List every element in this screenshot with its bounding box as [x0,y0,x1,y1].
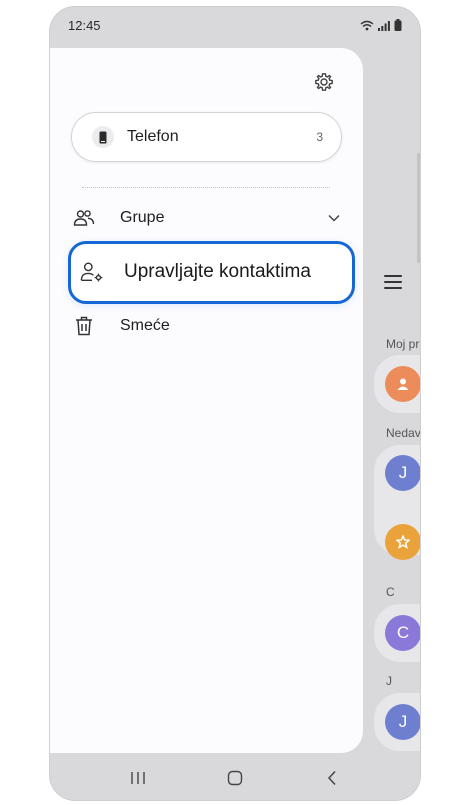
recent-apps-button[interactable] [118,763,158,793]
avatar [385,524,420,560]
home-icon [227,770,243,786]
back-button[interactable] [312,763,352,793]
avatar [385,366,420,402]
person-icon [397,378,409,390]
section-label: Moj pr [386,337,420,351]
signal-icon [378,20,390,31]
status-icons [360,19,402,31]
avatar: J [385,704,420,740]
status-bar: 12:45 [50,7,420,43]
recent-apps-icon [131,772,146,784]
menu-item-label: Upravljajte kontaktima [124,261,311,282]
back-icon [327,770,336,786]
navigation-bar [50,756,420,800]
wifi-icon [360,20,374,30]
account-count: 3 [316,130,323,144]
home-button[interactable] [215,763,255,793]
account-phone-selector[interactable]: Telefon 3 [71,112,342,162]
menu-item-groups[interactable]: Grupe [72,206,344,230]
menu-item-trash[interactable]: Smeće [72,314,170,338]
phone-frame: 12:45 Moj pr Nedav J C C J J Telefon 3 G… [49,6,421,801]
chevron-down-icon[interactable] [324,208,344,228]
manage-contacts-icon [80,260,104,284]
groups-icon [72,206,96,230]
avatar: C [385,615,420,651]
trash-icon [72,314,96,338]
account-label: Telefon [127,128,179,145]
gear-icon [315,73,333,91]
menu-item-label: Smeće [120,317,170,334]
settings-button[interactable] [312,70,336,94]
section-label: Nedav [386,426,421,440]
section-label: C [386,585,395,599]
status-time: 12:45 [68,17,101,33]
star-icon [396,535,410,549]
battery-icon [394,19,402,31]
menu-item-manage-contacts[interactable]: Upravljajte kontaktima [80,260,311,284]
background-contacts-list: Moj pr Nedav J C C J J [362,43,421,763]
scrollbar[interactable] [417,153,420,263]
navigation-drawer: Telefon 3 Grupe Upravljajte kontaktima S… [50,48,363,753]
avatar: J [385,455,420,491]
divider [82,187,330,188]
section-label: J [386,674,392,688]
menu-icon[interactable] [384,275,402,289]
device-icon [92,126,114,148]
menu-item-label: Grupe [120,209,165,226]
